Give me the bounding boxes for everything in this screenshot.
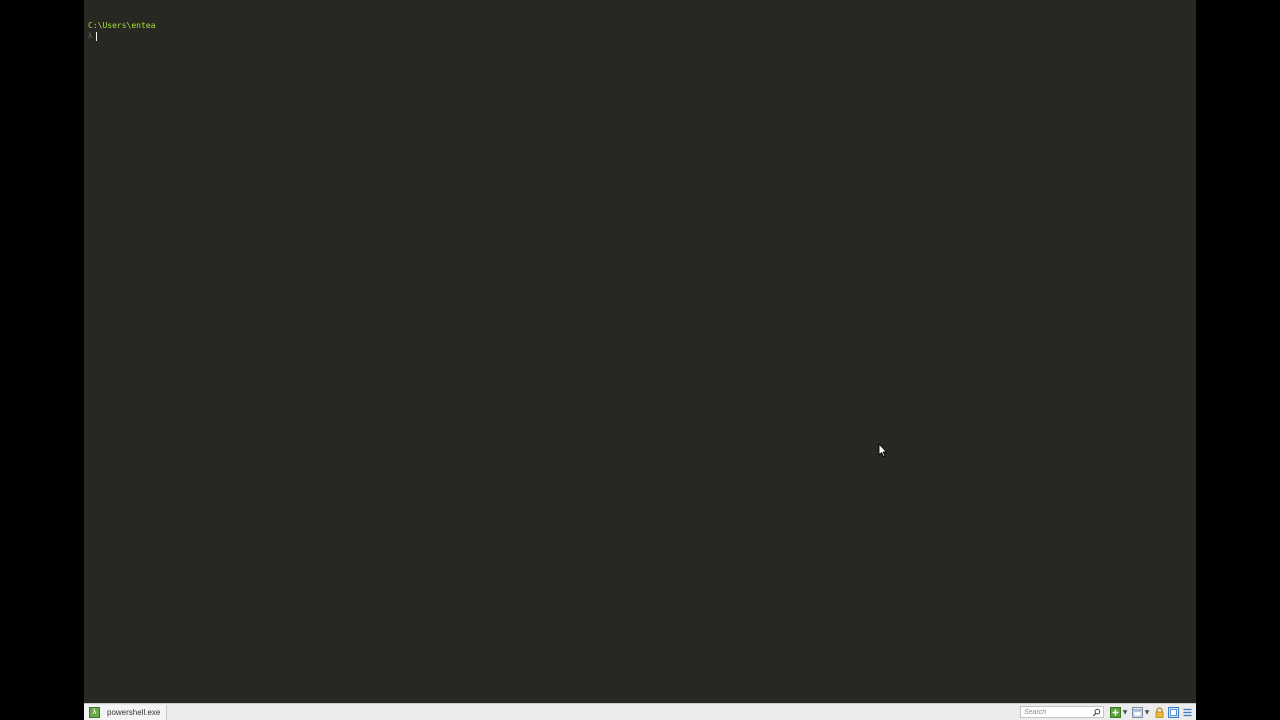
search-input[interactable]	[1021, 707, 1094, 717]
chevron-down-icon[interactable]: ▼	[1122, 706, 1128, 718]
terminal-app-icon: λ	[89, 706, 100, 718]
tab-label: powershell.exe	[107, 707, 161, 717]
prompt-symbol: λ	[88, 32, 93, 40]
current-directory: C:\Users\entea	[88, 21, 156, 30]
mouse-pointer-icon	[878, 443, 888, 458]
new-console-icon[interactable]	[1109, 706, 1121, 718]
status-bar: λ powershell.exe ▼ ▼	[84, 703, 1196, 720]
lock-icon[interactable]	[1153, 706, 1165, 718]
menu-icon[interactable]	[1181, 706, 1193, 718]
tab-powershell[interactable]: λ powershell.exe	[84, 704, 168, 720]
terminal-window[interactable]: C:\Users\entea λ	[84, 0, 1196, 720]
terminal-output[interactable]: C:\Users\entea λ	[88, 20, 1192, 700]
maximize-icon[interactable]	[1167, 706, 1179, 718]
text-cursor	[96, 32, 98, 41]
desktop-screen: C:\Users\entea λ λ powershell.exe Search…	[0, 0, 1280, 720]
search-icon[interactable]	[1092, 708, 1101, 717]
split-view-icon[interactable]	[1131, 706, 1143, 718]
prompt-line[interactable]: λ	[88, 31, 1192, 42]
search-box[interactable]	[1020, 706, 1104, 718]
chevron-down-icon[interactable]: ▼	[1144, 706, 1150, 718]
